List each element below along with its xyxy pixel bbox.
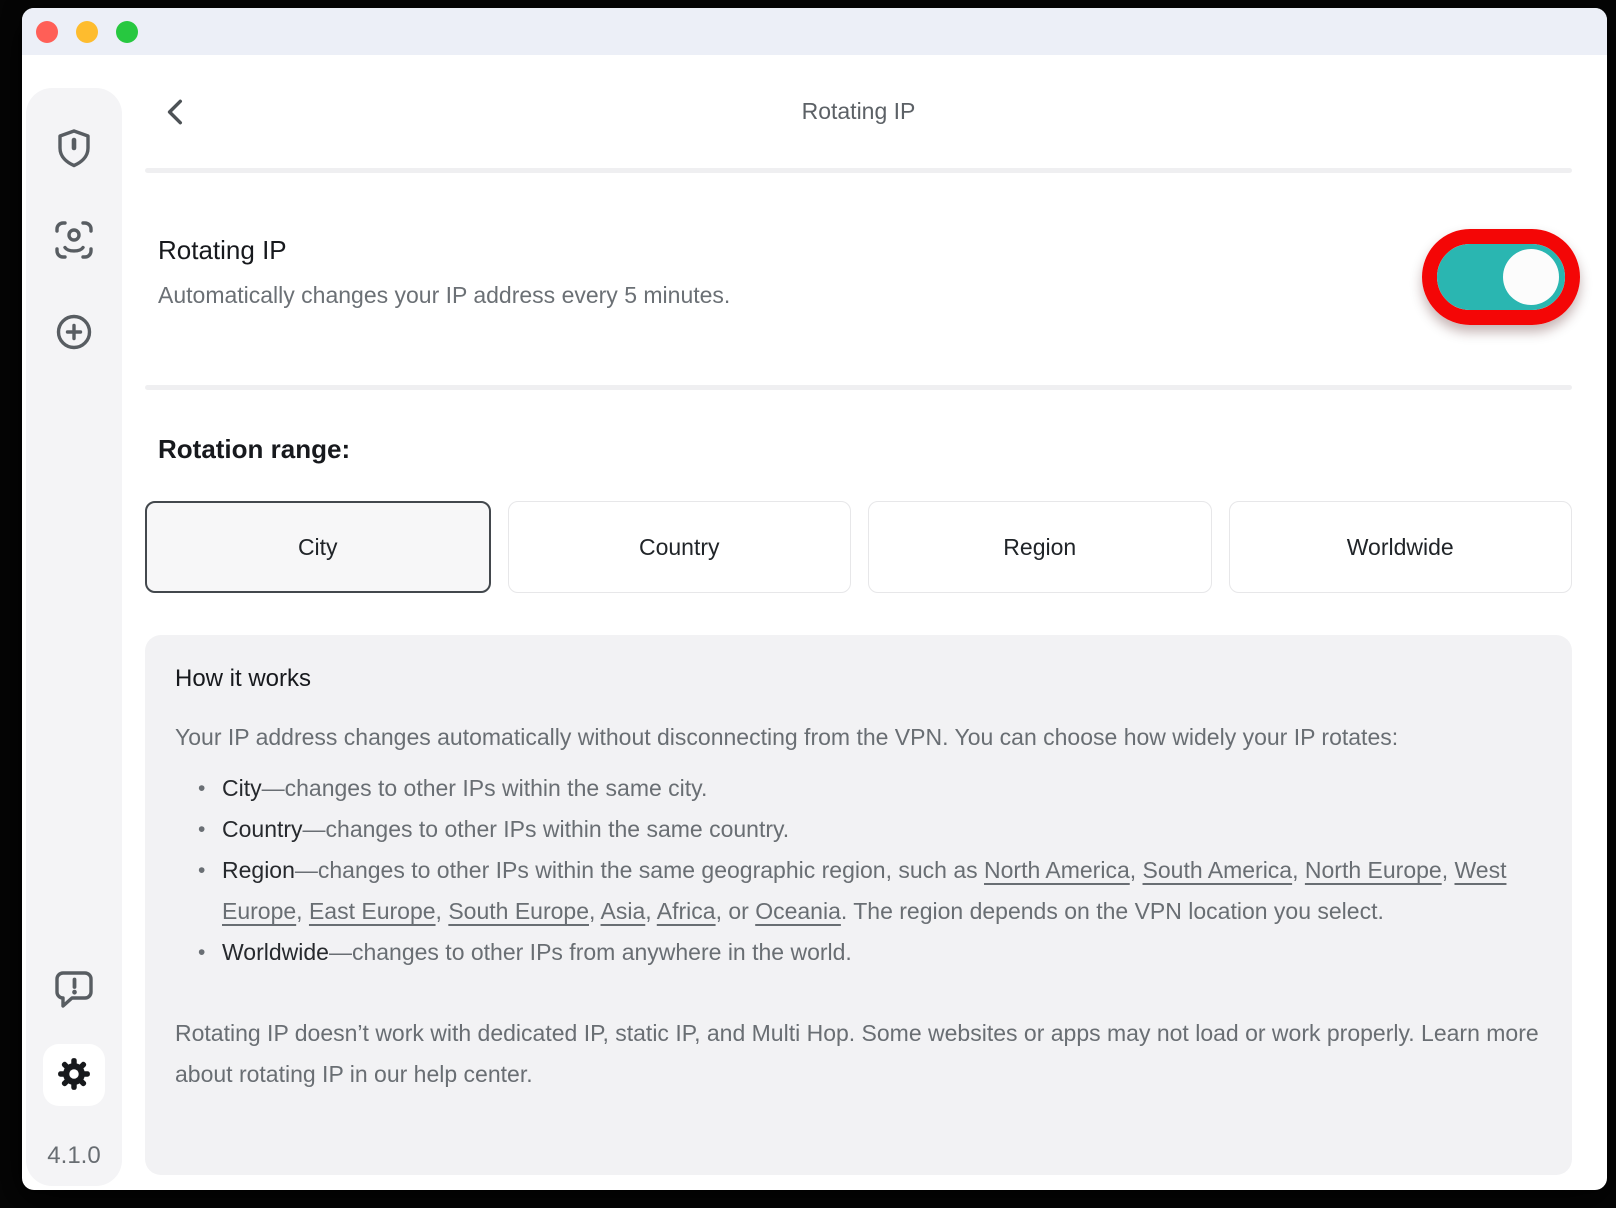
plus-circle-icon	[52, 310, 96, 354]
app-window: 4.1.0 Rotating IP Rotating IP Automatica…	[22, 8, 1607, 1190]
sidebar-top-group	[52, 102, 96, 378]
how-it-works-box: How it works Your IP address changes aut…	[145, 635, 1572, 1175]
region-name: South America	[1143, 857, 1293, 883]
how-it-works-title: How it works	[175, 665, 1542, 693]
list-item-city: City—changes to other IPs within the sam…	[222, 768, 1542, 809]
rotating-ip-description: Automatically changes your IP address ev…	[158, 282, 1572, 309]
rotation-range-options: City Country Region Worldwide	[145, 501, 1572, 593]
app-version: 4.1.0	[47, 1142, 100, 1170]
range-option-region[interactable]: Region	[868, 501, 1212, 593]
region-name: South Europe	[448, 898, 589, 924]
region-name: East Europe	[309, 898, 436, 924]
sidebar-item-settings[interactable]	[43, 1044, 105, 1106]
gear-icon	[54, 1054, 94, 1097]
zoom-button[interactable]	[116, 21, 138, 43]
toggle-knob	[1503, 249, 1559, 305]
how-it-works-footer: Rotating IP doesn’t work with dedicated …	[175, 1013, 1542, 1095]
back-button[interactable]	[161, 97, 191, 130]
sidebar-item-vpn[interactable]	[52, 126, 96, 170]
close-button[interactable]	[36, 21, 58, 43]
region-name: North Europe	[1305, 857, 1442, 883]
shield-icon	[52, 126, 96, 170]
titlebar	[22, 8, 1607, 55]
rotation-range-label: Rotation range:	[158, 434, 1572, 465]
region-name: Oceania	[755, 898, 841, 924]
sidebar-item-add[interactable]	[52, 310, 96, 354]
feedback-bubble-icon	[52, 966, 96, 1010]
page-title: Rotating IP	[802, 98, 916, 125]
annotation-highlight-ring	[1422, 229, 1580, 325]
main-content: Rotating IP Rotating IP Automatically ch…	[145, 55, 1572, 1175]
region-name: Africa	[657, 898, 716, 924]
minimize-button[interactable]	[76, 21, 98, 43]
sidebar-bottom-group: 4.1.0	[43, 948, 105, 1170]
range-option-country[interactable]: Country	[508, 501, 852, 593]
how-it-works-intro: Your IP address changes automatically wi…	[175, 717, 1542, 758]
rotation-range-section: Rotation range: City Country Region Worl…	[145, 390, 1572, 593]
face-scan-icon	[52, 218, 96, 262]
rotating-ip-toggle[interactable]	[1437, 244, 1565, 310]
list-item-worldwide: Worldwide—changes to other IPs from anyw…	[222, 932, 1542, 973]
list-item-country: Country—changes to other IPs within the …	[222, 809, 1542, 850]
how-it-works-list: City—changes to other IPs within the sam…	[175, 768, 1542, 973]
sidebar-item-feedback[interactable]	[52, 966, 96, 1010]
range-option-city[interactable]: City	[145, 501, 491, 593]
region-name: North America	[984, 857, 1130, 883]
rotating-ip-title: Rotating IP	[158, 235, 1572, 266]
page-header: Rotating IP	[145, 55, 1572, 168]
list-item-region: Region—changes to other IPs within the s…	[222, 850, 1542, 932]
chevron-left-icon	[161, 115, 191, 130]
region-name: Asia	[601, 898, 646, 924]
rotating-ip-section: Rotating IP Automatically changes your I…	[145, 173, 1572, 385]
range-option-worldwide[interactable]: Worldwide	[1229, 501, 1573, 593]
sidebar-item-alternative-id[interactable]	[52, 218, 96, 262]
sidebar: 4.1.0	[26, 88, 122, 1186]
